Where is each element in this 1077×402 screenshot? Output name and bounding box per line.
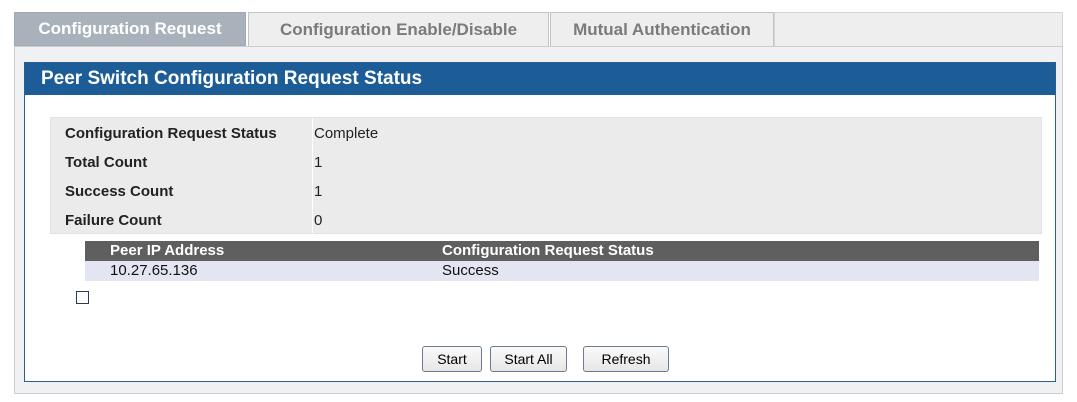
peer-ip-cell: 10.27.65.136 — [110, 262, 198, 279]
status-row-success-count: Success Count 1 — [51, 177, 1041, 206]
column-header-request-status: Configuration Request Status — [442, 242, 654, 259]
tab-label: Configuration Enable/Disable — [279, 19, 518, 39]
tab-bar: Configuration Request Configuration Enab… — [14, 12, 1063, 47]
refresh-button-label: Refresh — [601, 351, 651, 367]
status-value: 0 — [314, 212, 323, 229]
status-label: Failure Count — [65, 212, 162, 229]
status-label: Success Count — [65, 183, 174, 200]
row-select-checkbox[interactable] — [76, 291, 89, 304]
start-all-button[interactable]: Start All — [490, 346, 567, 372]
peer-status-panel: Peer Switch Configuration Request Status… — [24, 62, 1056, 382]
start-all-button-label: Start All — [504, 351, 553, 367]
status-row-total-count: Total Count 1 — [51, 148, 1041, 177]
status-value: 1 — [314, 183, 323, 200]
column-header-peer-ip: Peer IP Address — [110, 242, 225, 259]
request-status-cell: Success — [442, 262, 499, 279]
status-label: Total Count — [65, 154, 148, 171]
status-value: 1 — [314, 154, 323, 171]
refresh-button[interactable]: Refresh — [583, 346, 669, 372]
panel-body: Configuration Request Status Complete To… — [25, 95, 1055, 381]
tab-label: Mutual Authentication — [573, 19, 751, 39]
tab-mutual-authentication[interactable]: Mutual Authentication — [550, 12, 774, 46]
status-value: Complete — [314, 124, 379, 142]
start-button[interactable]: Start — [422, 346, 482, 372]
peer-table-header: Peer IP Address Configuration Request St… — [85, 241, 1039, 261]
table-row[interactable]: 10.27.65.136 Success — [85, 261, 1039, 281]
tab-configuration-request[interactable]: Configuration Request — [14, 12, 246, 46]
tab-bar-filler — [774, 12, 1063, 46]
tab-label: Configuration Request — [38, 19, 222, 38]
panel-title: Peer Switch Configuration Request Status — [25, 63, 1055, 95]
status-table: Configuration Request Status Complete To… — [50, 117, 1042, 234]
tab-configuration-enable-disable[interactable]: Configuration Enable/Disable — [248, 12, 549, 46]
status-label: Configuration Request Status — [65, 124, 277, 142]
status-row-request-status: Configuration Request Status Complete — [51, 118, 1041, 148]
panel-title-text: Peer Switch Configuration Request Status — [41, 68, 423, 89]
start-button-label: Start — [437, 351, 467, 367]
status-row-failure-count: Failure Count 0 — [51, 206, 1041, 235]
